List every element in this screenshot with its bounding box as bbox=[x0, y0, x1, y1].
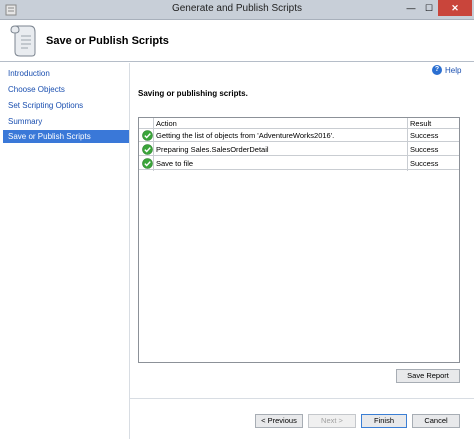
previous-button[interactable]: < Previous bbox=[255, 414, 303, 428]
sidebar-item-introduction[interactable]: Introduction bbox=[3, 67, 129, 80]
row-action: Preparing Sales.SalesOrderDetail bbox=[156, 145, 269, 154]
page-title: Save or Publish Scripts bbox=[46, 35, 169, 47]
table-row[interactable]: Save to file Success bbox=[139, 157, 459, 170]
help-icon: ? bbox=[432, 65, 442, 75]
next-button[interactable]: Next > bbox=[308, 414, 356, 428]
table-header: Action Result bbox=[139, 118, 459, 129]
finish-button[interactable]: Finish bbox=[361, 414, 407, 428]
column-header-action[interactable]: Action bbox=[156, 119, 177, 128]
success-check-icon bbox=[142, 144, 153, 155]
section-title: Saving or publishing scripts. bbox=[138, 89, 248, 98]
help-link[interactable]: ? Help bbox=[432, 65, 461, 75]
table-row[interactable]: Preparing Sales.SalesOrderDetail Success bbox=[139, 143, 459, 156]
row-action: Save to file bbox=[156, 159, 194, 168]
sidebar-item-set-scripting-options[interactable]: Set Scripting Options bbox=[3, 99, 129, 112]
scroll-icon bbox=[10, 25, 36, 57]
help-label: Help bbox=[445, 65, 462, 75]
success-check-icon bbox=[142, 158, 153, 169]
maximize-button[interactable]: ☐ bbox=[420, 0, 438, 16]
close-button[interactable]: ✕ bbox=[438, 0, 472, 16]
title-bar: Generate and Publish Scripts — ☐ ✕ bbox=[0, 0, 474, 20]
table-row[interactable]: Getting the list of objects from 'Advent… bbox=[139, 129, 459, 142]
row-result: Success bbox=[410, 145, 439, 154]
row-action: Getting the list of objects from 'Advent… bbox=[156, 131, 335, 140]
sidebar-item-summary[interactable]: Summary bbox=[3, 115, 129, 128]
row-result: Success bbox=[410, 131, 439, 140]
column-header-result[interactable]: Result bbox=[410, 119, 431, 128]
sidebar-item-save-or-publish[interactable]: Save or Publish Scripts bbox=[3, 130, 129, 143]
wizard-nav: Introduction Choose Objects Set Scriptin… bbox=[0, 63, 130, 439]
save-report-button[interactable]: Save Report bbox=[396, 369, 460, 383]
wizard-header: Save or Publish Scripts bbox=[0, 20, 474, 62]
cancel-button[interactable]: Cancel bbox=[412, 414, 460, 428]
footer-divider bbox=[130, 398, 474, 399]
success-check-icon bbox=[142, 130, 153, 141]
minimize-button[interactable]: — bbox=[402, 0, 420, 16]
sidebar-item-choose-objects[interactable]: Choose Objects bbox=[3, 83, 129, 96]
row-result: Success bbox=[410, 159, 439, 168]
results-table[interactable]: Action Result Getting the list of object… bbox=[138, 117, 460, 363]
